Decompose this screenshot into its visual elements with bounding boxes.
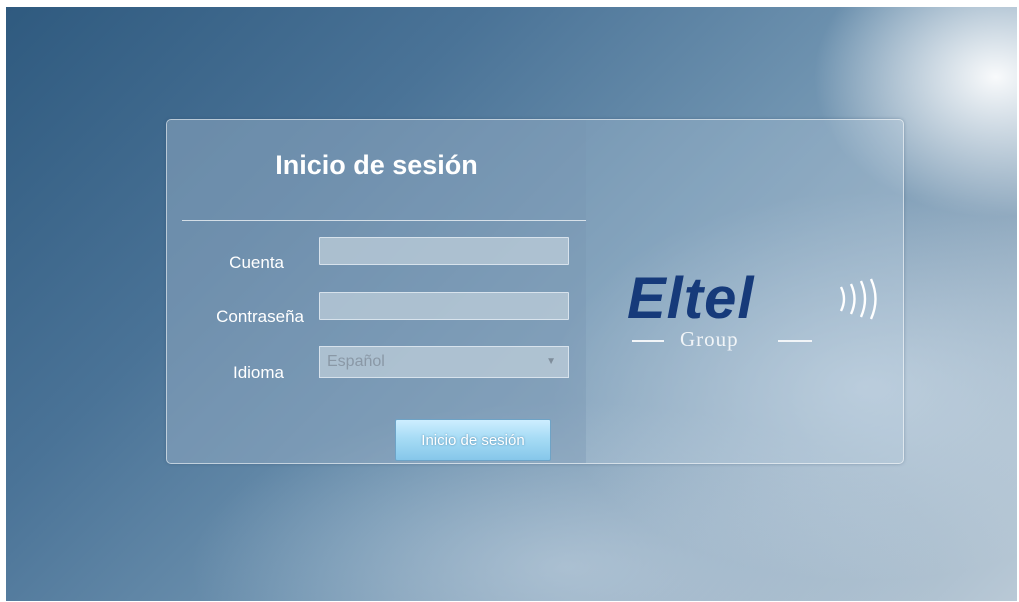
chevron-down-icon: ▼ bbox=[546, 356, 556, 367]
login-button[interactable]: Inicio de sesión bbox=[395, 419, 551, 461]
login-panel: Inicio de sesión Cuenta Contraseña Idiom… bbox=[166, 119, 904, 464]
brand-subtitle-text: Group bbox=[680, 327, 739, 351]
account-label: Cuenta bbox=[229, 253, 284, 272]
language-label: Idioma bbox=[232, 363, 284, 382]
password-label: Contraseña bbox=[216, 307, 304, 326]
account-input[interactable] bbox=[319, 237, 569, 265]
login-form: Inicio de sesión Cuenta Contraseña Idiom… bbox=[167, 120, 586, 463]
brand-name: Eltel bbox=[627, 266, 755, 331]
language-selected-value: Español bbox=[327, 353, 385, 370]
language-select[interactable]: Español ▼ bbox=[319, 346, 569, 378]
brand-subtitle: Group bbox=[632, 327, 837, 353]
subtitle-line-left bbox=[632, 340, 664, 342]
background: Inicio de sesión Cuenta Contraseña Idiom… bbox=[6, 7, 1017, 601]
password-input[interactable] bbox=[319, 292, 569, 320]
subtitle-line-right bbox=[778, 340, 812, 342]
page-title: Inicio de sesión bbox=[275, 150, 478, 180]
signal-waves-icon bbox=[839, 278, 877, 320]
title-divider bbox=[182, 220, 586, 221]
brand-logo: Eltel Group bbox=[627, 265, 897, 360]
